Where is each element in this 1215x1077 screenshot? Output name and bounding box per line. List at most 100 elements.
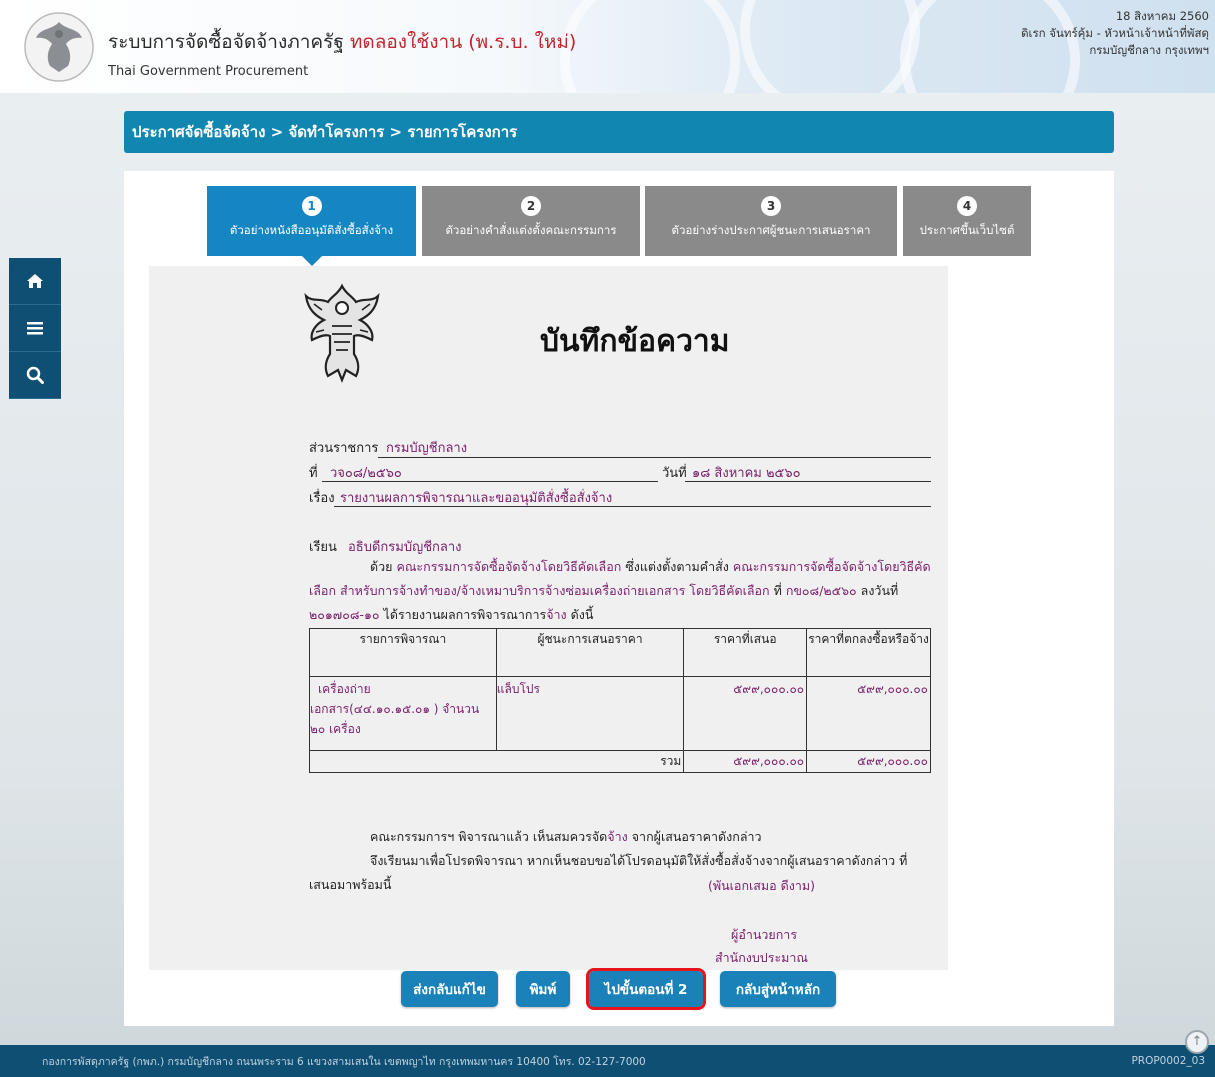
user-info: 18 สิงหาคม 2560 ดิเรก จันทร์คุ้ม - หัวหน… [1021, 8, 1209, 59]
ref-underline [322, 481, 658, 482]
step-2-tab[interactable]: 2 ตัวอย่างคำสั่งแต่งตั้งคณะกรรมการ [422, 186, 640, 256]
page-code: PROP0002_03 [1131, 1055, 1205, 1067]
table-cell-offered: ๕๙๙,๐๐๐.๐๐ [683, 676, 808, 751]
text-segment: คณะกรรมการฯ พิจารณาแล้ว เห็นสมควรจัด [370, 829, 608, 844]
table-total-row: รวม ๕๙๙,๐๐๐.๐๐ ๕๙๙,๐๐๐.๐๐ [308, 750, 931, 773]
step-label: ตัวอย่างร่างประกาศผู้ชนะการเสนอราคา [671, 223, 871, 237]
paragraph-3-line-1: จึงเรียนมาเพื่อโปรดพิจารณา หากเห็นชอบขอไ… [370, 853, 908, 868]
signer-office: สำนักงบประมาณ [715, 950, 809, 965]
evaluation-table: รายการพิจารณา ผู้ชนะการเสนอราคา ราคาที่เ… [308, 628, 931, 773]
date-underline [685, 481, 931, 482]
home-icon [27, 274, 43, 288]
column-header: รายการพิจารณา [309, 628, 497, 677]
to-label: เรียน [309, 540, 337, 555]
hamburger-icon [27, 322, 43, 335]
text-segment: จากผู้เสนอราคาดังกล่าว [631, 829, 762, 844]
total-agreed: ๕๙๙,๐๐๐.๐๐ [806, 750, 931, 773]
paragraph-1-line-1: ด้วย คณะกรรมการจัดซื้อจัดจ้างโดยวิธีคัดเ… [370, 556, 931, 578]
total-label: รวม [308, 750, 685, 773]
ref-label: ที่ [309, 466, 318, 481]
paragraph-3-line-2: เสนอมาพร้อมนี้ [309, 877, 392, 892]
header-bar: ระบบการจัดซื้อจัดจ้างภาครัฐ ทดลองใช้งาน … [0, 0, 1215, 93]
system-title-text: ระบบการจัดซื้อจัดจ้างภาครัฐ [108, 31, 344, 53]
to-value: อธิบดีกรมบัญชีกลาง [348, 540, 462, 555]
order-detail: เลือก สำหรับการจ้างทำของ/จ้างเหมาบริการจ… [309, 583, 770, 598]
ref-value: วจ๐๘/๒๕๖๐ [330, 466, 402, 481]
system-title: ระบบการจัดซื้อจัดจ้างภาครัฐ ทดลองใช้งาน … [108, 27, 576, 57]
footer: กองการพัสดุภาครัฐ (กพภ.) กรมบัญชีกลาง ถน… [0, 1045, 1215, 1077]
user-name[interactable]: ดิเรก จันทร์คุ้ม - หัวหน้าเจ้าหน้าที่พัส… [1021, 25, 1209, 42]
text-segment: ดังนี้ [570, 607, 594, 622]
procurement-type: จ้าง [546, 607, 567, 622]
paragraph-1-line-2: เลือก สำหรับการจ้างทำของ/จ้างเหมาบริการจ… [309, 580, 898, 602]
subject-value: รายงานผลการพิจารณาและขออนุมัติสั่งซื้อสั… [340, 491, 613, 506]
step-4-tab[interactable]: 4 ประกาศขึ้นเว็บไซต์ [903, 186, 1031, 256]
agency-value: กรมบัญชีกลาง [386, 441, 468, 456]
arrow-up-icon: ↑ [1191, 1034, 1203, 1049]
next-step-2-button[interactable]: ไปขั้นตอนที่ 2 [586, 968, 706, 1010]
signer-name: (พันเอกเสมอ ดีงาม) [708, 878, 815, 893]
trial-label: ทดลองใช้งาน (พ.ร.บ. ใหม่) [349, 31, 577, 53]
order-date: ๒๐๑๗๐๘-๑๐ [309, 607, 380, 622]
text-segment: ได้รายงานผลการพิจารณาการ [383, 607, 547, 622]
text-segment: ลงวันที่ [860, 583, 899, 598]
text-segment: ด้วย [370, 559, 393, 574]
committee-name: คณะกรรมการจัดซื้อจัดจ้างโดยวิธีคัดเลือก [396, 559, 622, 574]
table-cell-agreed: ๕๙๙,๐๐๐.๐๐ [806, 676, 931, 751]
step-number: 4 [957, 196, 977, 216]
current-date: 18 สิงหาคม 2560 [1115, 9, 1209, 23]
text-segment: ที่ [773, 583, 782, 598]
scroll-to-top-button[interactable]: ↑ [1185, 1030, 1209, 1054]
item-line: เอกสาร(๔๔.๑๐.๑๕.๐๑ ) จำนวน [310, 702, 480, 716]
memo-title: บันทึกข้อความ [540, 324, 730, 359]
agency-underline [378, 457, 931, 458]
table-header-row: รายการพิจารณา ผู้ชนะการเสนอราคา ราคาที่เ… [309, 628, 931, 677]
header-ornament [740, 0, 920, 93]
user-department: กรมบัญชีกลาง กรุงเทพฯ [1089, 43, 1209, 57]
column-header: ราคาที่ตกลงซื้อหรือจ้าง [806, 628, 931, 677]
step-label: ตัวอย่างหนังสืออนุมัติสั่งซื้อสั่งจ้าง [229, 223, 394, 237]
footer-address: กองการพัสดุภาครัฐ (กพภ.) กรมบัญชีกลาง ถน… [42, 1055, 646, 1068]
table-cell-item: เครื่องถ่าย เอกสาร(๔๔.๑๐.๑๕.๐๑ ) จำนวน ๒… [309, 676, 497, 751]
paragraph-2: คณะกรรมการฯ พิจารณาแล้ว เห็นสมควรจัดจ้าง… [370, 826, 762, 848]
cgd-logo-icon [24, 12, 94, 82]
total-offered: ๕๙๙,๐๐๐.๐๐ [683, 750, 808, 773]
menu-button[interactable] [9, 305, 61, 352]
date-label: วันที่ [662, 466, 687, 481]
table-row: เครื่องถ่าย เอกสาร(๔๔.๑๐.๑๕.๐๑ ) จำนวน ๒… [309, 676, 931, 751]
search-icon [26, 366, 44, 384]
step-number: 1 [301, 196, 322, 216]
active-step-pointer [301, 256, 322, 266]
header-ornament [560, 0, 740, 93]
breadcrumb: ประกาศจัดซื้อจัดจ้าง > จัดทำโครงการ > รา… [124, 111, 1114, 153]
text-segment: ซึ่งแต่งตั้งตามคำสั่ง [625, 559, 729, 574]
system-subtitle: Thai Government Procurement [108, 64, 309, 79]
table-cell-winner: แล็บโปร [495, 676, 685, 751]
column-header: ผู้ชนะการเสนอราคา [495, 628, 685, 677]
item-line: เครื่องถ่าย [318, 682, 371, 696]
send-back-edit-button[interactable]: ส่งกลับแก้ไข [401, 971, 498, 1007]
subject-underline [334, 506, 931, 507]
step-3-tab[interactable]: 3 ตัวอย่างร่างประกาศผู้ชนะการเสนอราคา [645, 186, 897, 256]
step-label: ตัวอย่างคำสั่งแต่งตั้งคณะกรรมการ [445, 223, 617, 237]
paragraph-1-line-3: ๒๐๑๗๐๘-๑๐ ได้รายงานผลการพิจารณาการจ้าง ด… [309, 604, 593, 626]
step-1-tab[interactable]: 1 ตัวอย่างหนังสืออนุมัติสั่งซื้อสั่งจ้าง [207, 186, 416, 266]
step-label: ประกาศขึ้นเว็บไซต์ [919, 223, 1015, 237]
signer-title: ผู้อำนวยการ [731, 927, 798, 942]
subject-label: เรื่อง [309, 491, 335, 506]
column-header: ราคาที่เสนอ [683, 628, 808, 677]
date-value: ๑๘ สิงหาคม ๒๕๖๐ [692, 466, 801, 481]
search-button[interactable] [9, 352, 61, 399]
order-number: กข๐๘/๒๕๖๐ [785, 583, 857, 598]
procurement-type: จ้าง [607, 829, 628, 844]
garuda-emblem-icon [304, 283, 380, 383]
back-to-home-button[interactable]: กลับสู่หน้าหลัก [720, 971, 836, 1007]
print-button[interactable]: พิมพ์ [516, 971, 570, 1007]
home-button[interactable] [9, 258, 61, 305]
step-number: 3 [761, 196, 781, 216]
item-line: ๒๐ เครื่อง [310, 722, 361, 736]
side-toolbar [9, 258, 61, 399]
step-number: 2 [521, 196, 541, 216]
agency-label: ส่วนราชการ [309, 441, 379, 456]
order-name: คณะกรรมการจัดซื้อจัดจ้างโดยวิธีคัด [732, 559, 931, 574]
